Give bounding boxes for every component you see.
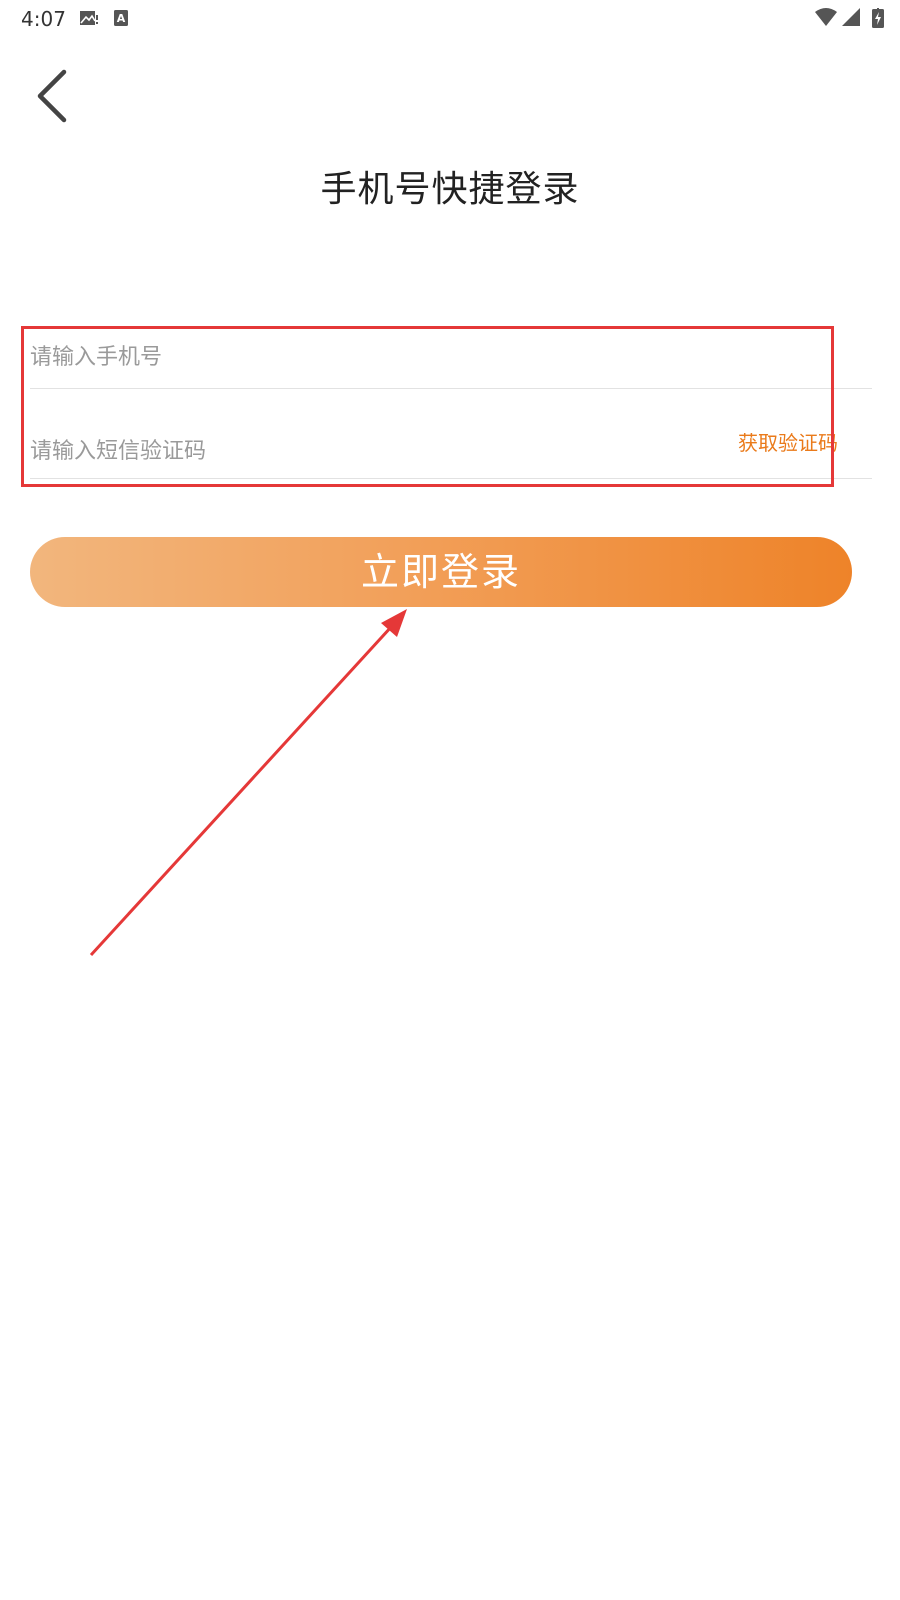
- phone-input[interactable]: [30, 327, 680, 387]
- page-title: 手机号快捷登录: [320, 169, 580, 210]
- sms-code-field-row: 获取验证码: [30, 389, 872, 481]
- sms-code-input[interactable]: [30, 421, 680, 481]
- status-right-icons: [815, 8, 884, 28]
- get-code-button[interactable]: 获取验证码: [738, 429, 838, 457]
- signal-icon: [842, 8, 860, 26]
- login-form: 获取验证码: [30, 327, 872, 481]
- status-bar: 4:07 A: [0, 0, 900, 40]
- wifi-icon: [815, 8, 837, 26]
- login-button[interactable]: 立即登录: [30, 537, 852, 607]
- battery-icon: [872, 8, 884, 28]
- phone-field-row: [30, 327, 872, 389]
- chevron-left-icon: [37, 69, 67, 123]
- image-icon: [80, 11, 98, 25]
- annotation-arrow: [89, 609, 407, 957]
- back-button[interactable]: [28, 64, 80, 128]
- status-time: 4:07: [21, 7, 66, 31]
- keyboard-a-icon: A: [114, 10, 128, 26]
- svg-text:A: A: [117, 12, 126, 25]
